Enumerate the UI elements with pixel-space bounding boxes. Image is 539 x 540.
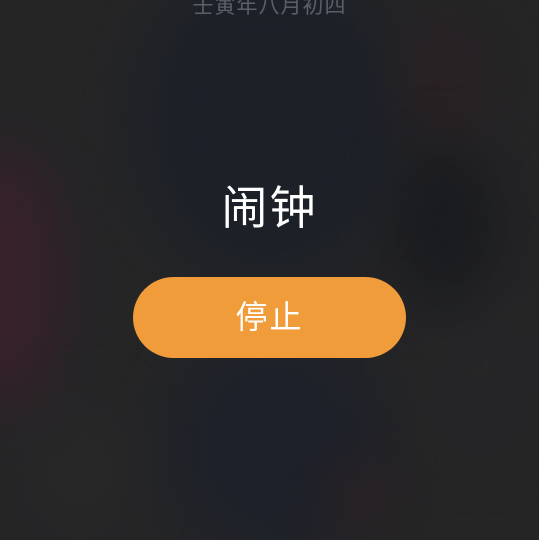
blurred-wallpaper	[0, 0, 539, 540]
alarm-screen: 壬寅年八月初四 闹钟 停止	[0, 0, 539, 540]
alarm-title: 闹钟	[221, 181, 318, 235]
lunar-date: 壬寅年八月初四	[192, 0, 347, 18]
stop-button[interactable]: 停止	[133, 277, 406, 358]
